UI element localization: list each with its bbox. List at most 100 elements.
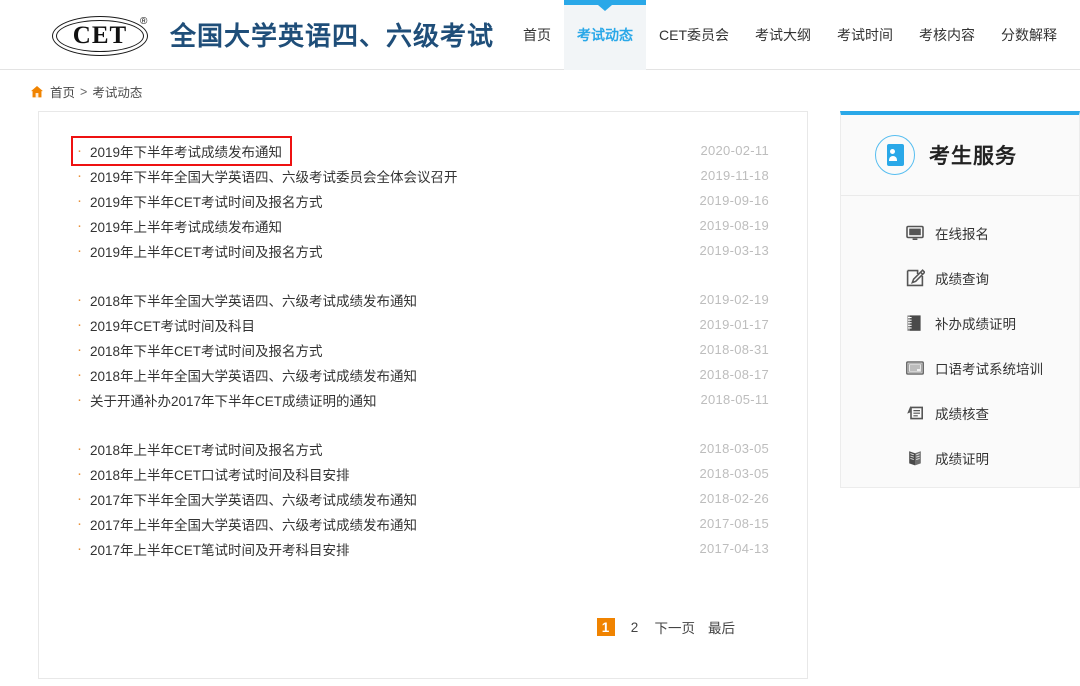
edit-square-icon [905, 268, 925, 288]
bullet-icon: · [77, 342, 82, 357]
news-item-date: 2018-03-05 [700, 466, 770, 481]
nav-item-4[interactable]: 考试时间 [824, 0, 906, 70]
news-item-link[interactable]: ·2019年CET考试时间及科目 [77, 315, 255, 335]
pagination-page-2[interactable]: 2 [626, 618, 644, 636]
news-item-link[interactable]: ·2017年上半年CET笔试时间及开考科目安排 [77, 539, 350, 559]
nav-item-1[interactable]: 考试动态 [564, 0, 646, 70]
news-item-title: 2017年下半年全国大学英语四、六级考试成绩发布通知 [90, 489, 417, 509]
news-group: · 2019年下半年考试成绩发布通知 2020-02-11 ·2019年下半年全国大学… [77, 138, 769, 263]
bullet-icon: · [77, 143, 82, 158]
news-item-date: 2018-05-11 [700, 392, 769, 407]
news-item[interactable]: · 2017年上半年全国大学英语四、六级考试成绩发布通知 2017-08-15 [77, 511, 769, 536]
sidebar-item-3[interactable]: 口语考试系统培训 [841, 345, 1079, 390]
bullet-icon: · [77, 168, 82, 183]
site-title: 全国大学英语四、六级考试 [170, 16, 494, 53]
news-item-link[interactable]: ·2019年上半年CET考试时间及报名方式 [77, 241, 323, 261]
sidebar-item-label: 成绩查询 [935, 268, 989, 288]
breadcrumb: 首页 > 考试动态 [30, 82, 1080, 101]
news-item-link[interactable]: ·2018年上半年全国大学英语四、六级考试成绩发布通知 [77, 365, 417, 385]
sidebar-item-2[interactable]: 补办成绩证明 [841, 300, 1079, 345]
news-item-date: 2020-02-11 [700, 143, 769, 158]
sidebar-item-label: 在线报名 [935, 223, 989, 243]
news-item-title: 2019年下半年考试成绩发布通知 [90, 141, 282, 161]
news-item-link[interactable]: · 2018年下半年CET考试时间及报名方式 [77, 340, 323, 360]
pagination-last[interactable]: 最后 [708, 617, 735, 637]
news-item[interactable]: ·2018年上半年全国大学英语四、六级考试成绩发布通知 2018-08-17 [77, 362, 769, 387]
news-item-title: 2017年上半年CET笔试时间及开考科目安排 [90, 539, 350, 559]
sidebar-item-0[interactable]: 在线报名 [841, 210, 1079, 255]
news-item[interactable]: ·2019年CET考试时间及科目 2019-01-17 [77, 312, 769, 337]
news-item-date: 2018-08-17 [700, 367, 770, 382]
sidebar-item-5[interactable]: 成绩证明 [841, 435, 1079, 480]
document-pen-icon [905, 403, 925, 423]
news-item-title: 2019年上半年考试成绩发布通知 [90, 216, 282, 236]
news-item-title: 2018年上半年全国大学英语四、六级考试成绩发布通知 [90, 365, 417, 385]
news-group: ·2018年下半年全国大学英语四、六级考试成绩发布通知2019-02-19·20… [77, 287, 769, 412]
news-item[interactable]: ·关于开通补办2017年下半年CET成绩证明的通知 2018-05-11 [77, 387, 769, 412]
news-item-title: 2018年下半年CET考试时间及报名方式 [90, 340, 323, 360]
candidate-services-panel: 考生服务 在线报名成绩查询补办成绩证明口语考试系统培训成绩核查成绩证明 [840, 111, 1080, 488]
news-item-link[interactable]: · 2019年上半年考试成绩发布通知 [77, 216, 282, 236]
news-item-link[interactable]: · 2017年下半年全国大学英语四、六级考试成绩发布通知 [77, 489, 417, 509]
news-item[interactable]: ·2018年下半年CET考试时间及报名方式2018-08-31 [77, 337, 769, 362]
news-item-title: 关于开通补办2017年下半年CET成绩证明的通知 [90, 390, 377, 410]
news-item-date: 2017-08-15 [700, 516, 770, 531]
news-item[interactable]: ·2019年上半年考试成绩发布通知2019-08-19 [77, 213, 769, 238]
breadcrumb-separator: > [80, 85, 87, 99]
nav-item-7[interactable]: 常见问题 [1070, 0, 1080, 70]
news-item[interactable]: ·2019年下半年全国大学英语四、六级考试委员会全体会议召开 2019-11-18 [77, 163, 769, 188]
monitor-icon [905, 223, 925, 243]
pagination-page-1[interactable]: 1 [597, 618, 615, 636]
news-item[interactable]: ·2019年下半年CET考试时间及报名方式2019-09-16 [77, 188, 769, 213]
bullet-icon: · [77, 516, 82, 531]
bullet-icon: · [77, 491, 82, 506]
nav-item-0[interactable]: 首页 [510, 0, 564, 70]
news-item-link[interactable]: ·2018年下半年全国大学英语四、六级考试成绩发布通知 [77, 290, 417, 310]
news-item-title: 2018年下半年全国大学英语四、六级考试成绩发布通知 [90, 290, 417, 310]
news-item[interactable]: ·2017年上半年CET笔试时间及开考科目安排 2017-04-13 [77, 536, 769, 561]
window-icon [905, 358, 925, 378]
news-panel: · 2019年下半年考试成绩发布通知 2020-02-11 ·2019年下半年全国大学… [38, 111, 808, 679]
main-navigation: 首页考试动态CET委员会考试大纲考试时间考核内容分数解释常见问题 [510, 0, 1080, 70]
news-item-link[interactable]: ·关于开通补办2017年下半年CET成绩证明的通知 [77, 390, 377, 410]
nav-item-3[interactable]: 考试大纲 [742, 0, 824, 70]
pagination-next[interactable]: 下一页 [655, 617, 696, 637]
nav-item-5[interactable]: 考核内容 [906, 0, 988, 70]
candidate-services-list: 在线报名成绩查询补办成绩证明口语考试系统培训成绩核查成绩证明 [841, 196, 1079, 494]
bullet-icon: · [77, 441, 82, 456]
news-item-link[interactable]: ·2018年上半年CET口试考试时间及科目安排 [77, 464, 350, 484]
news-item-title: 2019年下半年CET考试时间及报名方式 [90, 191, 323, 211]
sidebar-item-label: 补办成绩证明 [935, 313, 1016, 333]
sidebar-item-4[interactable]: 成绩核查 [841, 390, 1079, 435]
brand-logo[interactable]: CET ® 全国大学英语四、六级考试 [52, 12, 494, 58]
news-item-date: 2019-11-18 [700, 168, 769, 183]
news-item[interactable]: ·2017年下半年全国大学英语四、六级考试成绩发布通知2018-02-26 [77, 486, 769, 511]
news-item-date: 2019-01-17 [700, 317, 770, 332]
news-item-link[interactable]: ·2019年下半年全国大学英语四、六级考试委员会全体会议召开 [77, 166, 458, 186]
nav-item-2[interactable]: CET委员会 [646, 0, 742, 70]
contact-card-icon [875, 135, 915, 175]
home-icon [30, 85, 44, 99]
news-item-link[interactable]: · 2019年下半年CET考试时间及报名方式 [77, 191, 323, 211]
sidebar-item-1[interactable]: 成绩查询 [841, 255, 1079, 300]
news-item[interactable]: ·2018年下半年全国大学英语四、六级考试成绩发布通知 2019-02-19 [77, 287, 769, 312]
news-item-title: 2017年上半年全国大学英语四、六级考试成绩发布通知 [90, 514, 417, 534]
candidate-services-title: 考生服务 [929, 140, 1017, 170]
nav-item-6[interactable]: 分数解释 [988, 0, 1070, 70]
news-item-link[interactable]: ·2018年上半年CET考试时间及报名方式 [77, 439, 323, 459]
breadcrumb-home[interactable]: 首页 [50, 82, 75, 101]
news-item[interactable]: ·2019年上半年CET考试时间及报名方式2019-03-13 [77, 238, 769, 263]
bullet-icon: · [77, 193, 82, 208]
news-list: · 2019年下半年考试成绩发布通知 2020-02-11 ·2019年下半年全国大学… [77, 138, 769, 561]
pagination: 12 下一页最后 [597, 617, 736, 637]
news-item-date: 2017-04-13 [700, 541, 770, 556]
candidate-services-header: 考生服务 [841, 115, 1079, 196]
news-item-link[interactable]: · 2017年上半年全国大学英语四、六级考试成绩发布通知 [77, 514, 417, 534]
logo-text: CET [52, 16, 148, 56]
news-item-link[interactable]: · 2019年下半年考试成绩发布通知 [73, 138, 290, 164]
news-item[interactable]: · 2019年下半年考试成绩发布通知 2020-02-11 [77, 138, 769, 163]
news-item[interactable]: ·2018年上半年CET考试时间及报名方式2018-03-05 [77, 436, 769, 461]
news-item-date: 2019-02-19 [700, 292, 770, 307]
news-item[interactable]: ·2018年上半年CET口试考试时间及科目安排 2018-03-05 [77, 461, 769, 486]
bullet-icon: · [77, 218, 82, 233]
